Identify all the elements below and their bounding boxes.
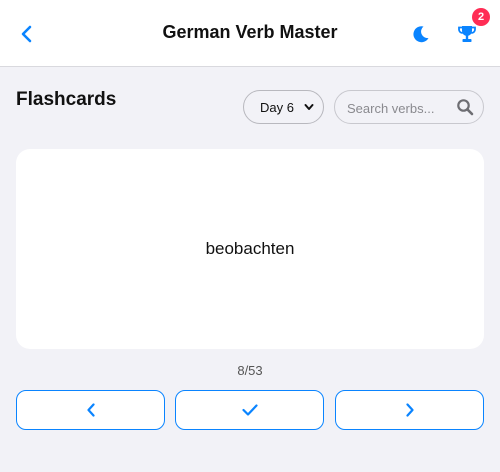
next-card-button[interactable] (335, 390, 484, 430)
page-title: Flashcards (16, 89, 117, 110)
trophy-icon (458, 26, 476, 42)
card-progress: 8/53 (237, 363, 263, 378)
search-icon[interactable] (456, 98, 474, 116)
check-icon (241, 404, 258, 416)
app-header: German Verb Master 2 (0, 0, 500, 67)
moon-icon (413, 26, 429, 43)
search-input[interactable] (347, 98, 447, 118)
achievements-badge: 2 (472, 8, 490, 26)
flashcard-word: beobachten (205, 239, 295, 258)
search-box[interactable] (334, 90, 484, 124)
mark-known-button[interactable] (175, 390, 324, 430)
theme-toggle-button[interactable] (409, 22, 433, 46)
day-select-value: Day 6 (260, 99, 294, 115)
chevron-down-icon (304, 104, 314, 110)
flashcard[interactable]: beobachten (16, 149, 484, 349)
chevron-left-icon (86, 403, 95, 417)
day-select[interactable]: Day 6 (243, 90, 324, 124)
previous-card-button[interactable] (16, 390, 165, 430)
chevron-right-icon (405, 403, 414, 417)
